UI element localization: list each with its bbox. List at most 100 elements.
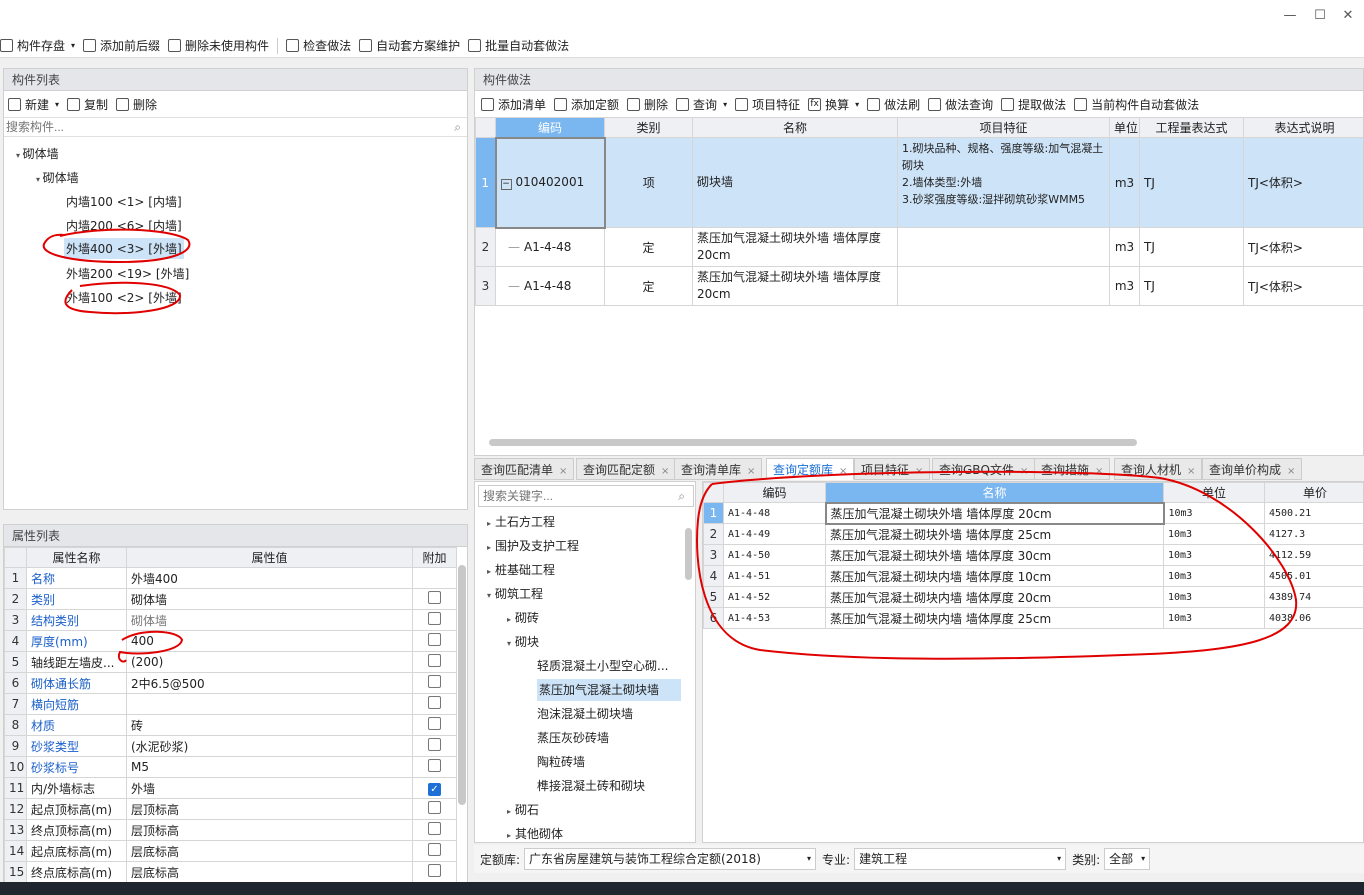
method-toolbar-button[interactable]: 添加清单 [481, 96, 546, 113]
code-cell[interactable]: A1-4-48 [723, 502, 826, 524]
method-toolbar-button[interactable]: 查询 ▾ [676, 96, 727, 113]
delete-unused-button[interactable]: 删除未使用构件 [168, 37, 269, 54]
name-cell[interactable]: 砌块墙 [692, 137, 898, 228]
library-tree-node[interactable]: ▸ 砌砖 [475, 606, 695, 630]
library-search-input[interactable] [478, 485, 694, 507]
copy-button[interactable]: 复制 [67, 96, 108, 113]
expr-cell[interactable]: TJ [1139, 137, 1244, 228]
library-row[interactable]: 5 A1-4-52 蒸压加气混凝土砌块内墙 墙体厚度 20cm 10m3 438… [703, 586, 1363, 608]
maximize-icon[interactable]: ☐ [1312, 8, 1328, 24]
tab-4[interactable]: 项目特征 × [854, 458, 931, 480]
add-prefix-button[interactable]: 添加前后缀 [83, 37, 160, 54]
desc-cell[interactable]: TJ<体积> [1243, 266, 1363, 306]
header-cell[interactable]: 编码 [723, 482, 826, 503]
desc-cell[interactable]: TJ<体积> [1243, 137, 1363, 228]
tab-6[interactable]: 查询措施 × [1034, 458, 1111, 480]
library-tree-node[interactable]: 蒸压灰砂砖墙 [475, 726, 695, 750]
library-tree-node[interactable]: ▾ 砌筑工程 [475, 582, 695, 606]
method-toolbar-button[interactable]: 做法查询 [928, 96, 993, 113]
property-value[interactable]: M5 [126, 756, 413, 778]
method-row[interactable]: 2 — A1-4-48 定 蒸压加气混凝土砌块外墙 墙体厚度20cm m3 TJ … [475, 227, 1363, 267]
code-cell[interactable]: A1-4-52 [723, 586, 826, 608]
tab-8[interactable]: 查询单价构成 × [1202, 458, 1303, 480]
price-cell[interactable]: 4112.59 [1264, 544, 1363, 566]
unit-cell[interactable]: 10m3 [1163, 523, 1265, 545]
name-cell[interactable]: 蒸压加气混凝土砌块外墙 墙体厚度 25cm [825, 523, 1164, 545]
scrollbar[interactable] [685, 528, 692, 580]
major-select[interactable]: 建筑工程 ▾ [854, 848, 1067, 870]
property-row[interactable]: 15 终点底标高(m) 层底标高 [4, 861, 457, 883]
close-icon[interactable]: ✕ [1340, 8, 1356, 24]
property-row[interactable]: 5 轴线距左墙皮... (200) [4, 651, 457, 673]
close-icon[interactable]: × [559, 466, 567, 477]
library-row[interactable]: 2 A1-4-49 蒸压加气混凝土砌块外墙 墙体厚度 25cm 10m3 412… [703, 523, 1363, 545]
property-value[interactable]: (200) [126, 651, 413, 673]
close-icon[interactable]: × [1287, 466, 1295, 477]
property-value[interactable]: 砌体墙 [126, 609, 413, 631]
method-toolbar-button[interactable]: 删除 [627, 96, 668, 113]
close-icon[interactable]: × [1020, 466, 1028, 477]
property-row[interactable]: 3 结构类别 砌体墙 [4, 609, 457, 631]
name-cell[interactable]: 蒸压加气混凝土砌块内墙 墙体厚度 25cm [825, 607, 1164, 629]
header-cell[interactable]: 项目特征 [897, 117, 1110, 138]
property-row[interactable]: 4 厚度(mm) 400 [4, 630, 457, 652]
library-row[interactable]: 4 A1-4-51 蒸压加气混凝土砌块内墙 墙体厚度 10cm 10m3 450… [703, 565, 1363, 587]
property-row[interactable]: 13 终点顶标高(m) 层顶标高 [4, 819, 457, 841]
unit-cell[interactable]: m3 [1109, 227, 1140, 267]
price-cell[interactable]: 4038.06 [1264, 607, 1363, 629]
property-value[interactable]: (水泥砂浆) [126, 735, 413, 757]
property-row[interactable]: 9 砂浆类型 (水泥砂浆) [4, 735, 457, 757]
tree-leaf[interactable]: 外墙100 <2> [外墙] [66, 289, 182, 306]
property-row[interactable]: 10 砂浆标号 M5 [4, 756, 457, 778]
library-tree-node[interactable]: ▸ 其他砌体 [475, 822, 695, 842]
close-icon[interactable]: × [915, 466, 923, 477]
property-value[interactable]: 层顶标高 [126, 819, 413, 841]
header-cell[interactable]: 单位 [1109, 117, 1140, 138]
tree-node-child[interactable]: ▾ 砌体墙 [36, 169, 79, 186]
price-cell[interactable]: 4500.21 [1264, 502, 1363, 524]
property-row[interactable]: 6 砌体通长筋 2中6.5@500 [4, 672, 457, 694]
code-cell[interactable]: A1-4-53 [723, 607, 826, 629]
tree-leaf[interactable]: 内墙200 <6> [内墙] [66, 217, 182, 234]
tree-node-root[interactable]: ▾ 砌体墙 [16, 145, 59, 162]
search-icon[interactable]: ⌕ [678, 489, 685, 504]
library-tree-node[interactable]: ▸ 桩基础工程 [475, 558, 695, 582]
method-toolbar-button[interactable]: 做法刷 [867, 96, 920, 113]
close-icon[interactable]: × [747, 466, 755, 477]
scrollbar[interactable] [458, 565, 466, 805]
library-tree-node[interactable]: 轻质混凝土小型空心砌... [475, 654, 695, 678]
checkbox[interactable] [428, 696, 441, 709]
name-cell[interactable]: 蒸压加气混凝土砌块内墙 墙体厚度 20cm [825, 586, 1164, 608]
unit-cell[interactable]: 10m3 [1163, 586, 1265, 608]
checkbox[interactable] [428, 717, 441, 730]
header-cell[interactable]: 表达式说明 [1243, 117, 1363, 138]
auto-plan-button[interactable]: 自动套方案维护 [359, 37, 460, 54]
feature-cell[interactable]: 1.砌块品种、规格、强度等级:加气混凝土砌块 2.墙体类型:外墙 3.砂浆强度等… [897, 137, 1110, 228]
name-cell[interactable]: 蒸压加气混凝土砌块外墙 墙体厚度 30cm [825, 544, 1164, 566]
header-cell[interactable]: 单价 [1264, 482, 1363, 503]
name-cell[interactable]: 蒸压加气混凝土砌块外墙 墙体厚度20cm [692, 227, 898, 267]
name-cell[interactable]: 蒸压加气混凝土砌块内墙 墙体厚度 10cm [825, 565, 1164, 587]
checkbox[interactable] [428, 843, 441, 856]
method-toolbar-button[interactable]: 当前构件自动套做法 [1074, 96, 1199, 113]
library-tree-node[interactable]: 蒸压加气混凝土砌块墙 [475, 678, 695, 702]
library-row[interactable]: 3 A1-4-50 蒸压加气混凝土砌块外墙 墙体厚度 30cm 10m3 411… [703, 544, 1363, 566]
header-cell[interactable]: 工程量表达式 [1139, 117, 1244, 138]
tab-5[interactable]: 查询GBQ文件 × [932, 458, 1036, 480]
unit-cell[interactable]: m3 [1109, 137, 1140, 228]
checkbox[interactable] [428, 822, 441, 835]
method-toolbar-button[interactable]: 添加定额 [554, 96, 619, 113]
price-cell[interactable]: 4505.01 [1264, 565, 1363, 587]
header-cell[interactable]: 单位 [1163, 482, 1265, 503]
checkbox[interactable] [428, 738, 441, 751]
category-select[interactable]: 全部 ▾ [1104, 848, 1151, 870]
library-tree-node[interactable]: 陶粒砖墙 [475, 750, 695, 774]
type-cell[interactable]: 定 [604, 266, 693, 306]
close-icon[interactable]: × [1187, 466, 1195, 477]
property-value[interactable] [126, 693, 413, 715]
library-tree-node[interactable]: ▸ 砌石 [475, 798, 695, 822]
tab-7[interactable]: 查询人材机 × [1114, 458, 1203, 480]
new-button[interactable]: 新建 ▾ [8, 96, 59, 113]
checkbox[interactable] [428, 591, 441, 604]
library-row[interactable]: 1 A1-4-48 蒸压加气混凝土砌块外墙 墙体厚度 20cm 10m3 450… [703, 501, 1363, 525]
